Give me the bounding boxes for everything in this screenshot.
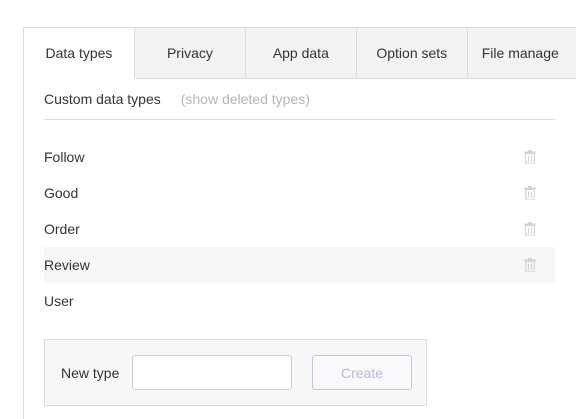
data-type-name: User: [44, 293, 74, 309]
tab-privacy[interactable]: Privacy: [134, 28, 246, 79]
data-type-name: Review: [44, 257, 90, 273]
data-type-row[interactable]: Review: [44, 247, 555, 283]
tab-app-data[interactable]: App data: [245, 28, 357, 79]
tab-data-types[interactable]: Data types: [24, 28, 135, 79]
data-panel: Data types Privacy App data Option sets …: [23, 27, 576, 419]
trash-icon[interactable]: [524, 150, 536, 164]
section-title: Custom data types: [44, 91, 161, 107]
data-type-name: Good: [44, 185, 79, 201]
tab-file-manager[interactable]: File manage: [467, 28, 576, 79]
tab-option-sets[interactable]: Option sets: [356, 28, 468, 79]
new-type-label: New type: [61, 365, 120, 381]
trash-icon[interactable]: [524, 258, 536, 272]
data-type-row[interactable]: Order: [44, 211, 555, 247]
create-button[interactable]: Create: [312, 355, 412, 390]
trash-icon[interactable]: [524, 222, 536, 236]
trash-icon[interactable]: [524, 186, 536, 200]
data-type-name: Follow: [44, 149, 85, 165]
data-type-list: Follow Good Order Review User: [44, 139, 555, 319]
data-type-row[interactable]: Good: [44, 175, 555, 211]
data-type-row[interactable]: User: [44, 283, 555, 319]
data-type-name: Order: [44, 221, 80, 237]
section-header: Custom data types (show deleted types): [44, 91, 555, 120]
new-type-form: New type Create: [44, 339, 427, 406]
data-type-row[interactable]: Follow: [44, 139, 555, 175]
tab-bar: Data types Privacy App data Option sets …: [24, 28, 576, 79]
page: Data types Privacy App data Option sets …: [0, 0, 576, 419]
show-deleted-types-link[interactable]: (show deleted types): [181, 91, 310, 107]
new-type-input[interactable]: [132, 355, 292, 390]
